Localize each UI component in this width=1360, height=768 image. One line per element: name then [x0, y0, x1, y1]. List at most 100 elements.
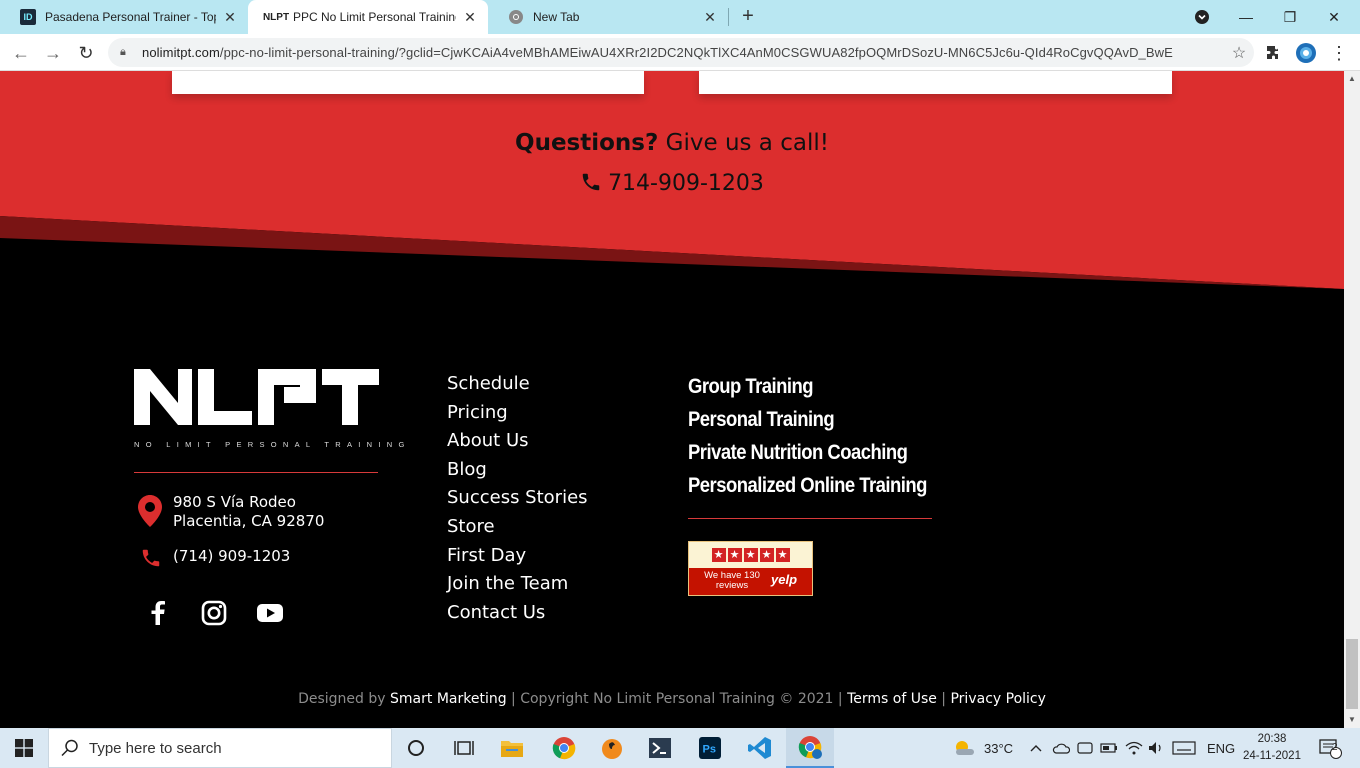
address-bar[interactable]: 🔒︎ nolimitpt.com/ppc-no-limit-personal-t… [108, 38, 1254, 67]
divider [688, 518, 932, 519]
taskbar-search-input[interactable]: Type here to search [48, 728, 392, 768]
phone-icon [582, 173, 600, 191]
footer-address: 980 S Vía Rodeo Placentia, CA 92870 [173, 493, 325, 530]
terminal-icon[interactable] [636, 728, 684, 768]
footer-link-blog[interactable]: Blog [447, 457, 588, 486]
meet-now-icon[interactable] [1077, 728, 1093, 768]
instagram-icon[interactable] [199, 598, 229, 628]
service-link-personal[interactable]: Personal Training [688, 404, 927, 437]
star-icon: ★ [711, 548, 726, 562]
cortana-icon[interactable] [392, 728, 440, 768]
vscode-icon[interactable] [736, 728, 784, 768]
volume-icon[interactable] [1148, 728, 1166, 768]
facebook-icon[interactable] [143, 598, 173, 628]
fl-studio-icon[interactable] [588, 728, 636, 768]
close-tab-icon[interactable]: ✕ [702, 9, 718, 26]
footer-link-schedule[interactable]: Schedule [447, 371, 588, 400]
yelp-review-count: We have 130 reviews [704, 570, 760, 591]
footer-link-pricing[interactable]: Pricing [447, 400, 588, 429]
bookmark-star-icon[interactable]: ☆ [1224, 43, 1254, 63]
star-icon: ★ [727, 548, 742, 562]
menu-dots-icon[interactable]: ⋮ [1326, 40, 1352, 66]
logo-subtitle: NO LIMIT PERSONAL TRAINING [134, 440, 411, 449]
star-icon: ★ [743, 548, 758, 562]
reload-icon[interactable]: ↻ [73, 40, 99, 66]
file-explorer-icon[interactable] [488, 728, 536, 768]
footer-link-join-team[interactable]: Join the Team [447, 571, 588, 600]
notifications-icon[interactable]: 2 [1318, 728, 1342, 768]
yelp-reviews-badge[interactable]: ★ ★ ★ ★ ★ We have 130 reviews yelp [688, 541, 813, 596]
chrome-icon [508, 9, 524, 25]
window-close-icon[interactable]: ✕ [1312, 0, 1356, 34]
url-text: nolimitpt.com/ppc-no-limit-personal-trai… [142, 45, 1173, 60]
footer-link-success-stories[interactable]: Success Stories [447, 485, 588, 514]
onedrive-icon[interactable] [1052, 728, 1070, 768]
new-tab-button[interactable]: + [736, 5, 760, 29]
keyboard-icon[interactable] [1172, 728, 1196, 768]
extensions-icon[interactable] [1261, 40, 1287, 66]
windows-start-icon[interactable] [0, 728, 48, 768]
tab-title: Pasadena Personal Trainer - Top 1 [45, 10, 216, 24]
photoshop-icon[interactable]: Ps [686, 728, 734, 768]
info-card [699, 71, 1172, 94]
tab-new[interactable]: New Tab ✕ [488, 0, 728, 34]
footer-link-store[interactable]: Store [447, 514, 588, 543]
agency-link[interactable]: Smart Marketing [390, 691, 507, 707]
service-link-nutrition[interactable]: Private Nutrition Coaching [688, 437, 927, 470]
close-tab-icon[interactable]: ✕ [222, 9, 238, 26]
close-tab-icon[interactable]: ✕ [462, 9, 478, 26]
notification-count: 2 [1332, 742, 1338, 753]
wifi-icon[interactable] [1125, 728, 1143, 768]
star-icon: ★ [775, 548, 790, 562]
scroll-thumb[interactable] [1346, 639, 1358, 709]
svg-text:Ps: Ps [703, 744, 716, 756]
address-toolbar: ← → ↻ 🔒︎ nolimitpt.com/ppc-no-limit-pers… [0, 34, 1360, 71]
youtube-icon[interactable] [255, 598, 285, 628]
cta-phone-link[interactable]: 714-909-1203 [0, 171, 1344, 196]
terms-link[interactable]: Terms of Use [847, 691, 937, 707]
star-rating: ★ ★ ★ ★ ★ [689, 542, 812, 568]
browser-tabbar: ID Pasadena Personal Trainer - Top 1 ✕ N… [0, 0, 1360, 34]
tab-pasadena[interactable]: ID Pasadena Personal Trainer - Top 1 ✕ [0, 0, 248, 34]
copyright-line: Designed by Smart Marketing | Copyright … [298, 691, 1046, 707]
back-arrow-icon[interactable]: ← [8, 40, 34, 66]
footer-services: Group Training Personal Training Private… [688, 371, 959, 503]
tab-title: New Tab [533, 10, 580, 24]
task-view-icon[interactable] [440, 728, 488, 768]
battery-icon[interactable] [1100, 728, 1118, 768]
privacy-link[interactable]: Privacy Policy [950, 691, 1045, 707]
search-icon [61, 739, 78, 757]
tab-favicon-icon: ID [20, 9, 36, 25]
footer-phone[interactable]: (714) 909-1203 [173, 547, 290, 565]
tab-ppc[interactable]: NLPT PPC No Limit Personal Training | ✕ [248, 0, 488, 34]
forward-arrow-icon[interactable]: → [40, 40, 66, 66]
language-indicator[interactable]: ENG [1207, 728, 1235, 768]
chrome-taskbar-icon[interactable] [540, 728, 588, 768]
red-cta-band [0, 71, 1344, 289]
restore-icon[interactable]: ❐ [1268, 0, 1312, 34]
system-clock[interactable]: 20:38 24-11-2021 [1236, 731, 1308, 765]
windows-taskbar: Type here to search Ps 33°C ENG 20:38 24… [0, 728, 1360, 768]
info-card [172, 71, 644, 94]
minimize-icon[interactable]: — [1224, 0, 1268, 34]
scroll-down-arrow-icon[interactable]: ▼ [1344, 712, 1360, 728]
footer-link-about[interactable]: About Us [447, 428, 588, 457]
footer-link-first-day[interactable]: First Day [447, 543, 588, 572]
chevron-up-icon[interactable] [1030, 728, 1042, 768]
lock-icon: 🔒︎ [120, 46, 126, 58]
page-scrollbar[interactable]: ▲ ▼ [1344, 71, 1360, 728]
service-link-group[interactable]: Group Training [688, 371, 927, 404]
service-link-online[interactable]: Personalized Online Training [688, 470, 927, 503]
weather-widget[interactable]: 33°C [952, 728, 1013, 768]
profile-avatar-icon[interactable] [1293, 40, 1319, 66]
footer-link-contact[interactable]: Contact Us [447, 600, 588, 629]
questions-heading: Questions? Give us a call! [515, 130, 829, 156]
chrome-active-taskbar-icon[interactable] [786, 728, 834, 768]
page-content: Questions? Give us a call! 714-909-1203 … [0, 71, 1344, 728]
scroll-up-arrow-icon[interactable]: ▲ [1344, 71, 1360, 87]
divider [134, 472, 378, 473]
star-icon: ★ [759, 548, 774, 562]
tab-favicon-icon: NLPT [262, 11, 290, 23]
tab-search-icon[interactable] [1180, 0, 1224, 34]
yelp-logo: yelp [771, 572, 798, 587]
